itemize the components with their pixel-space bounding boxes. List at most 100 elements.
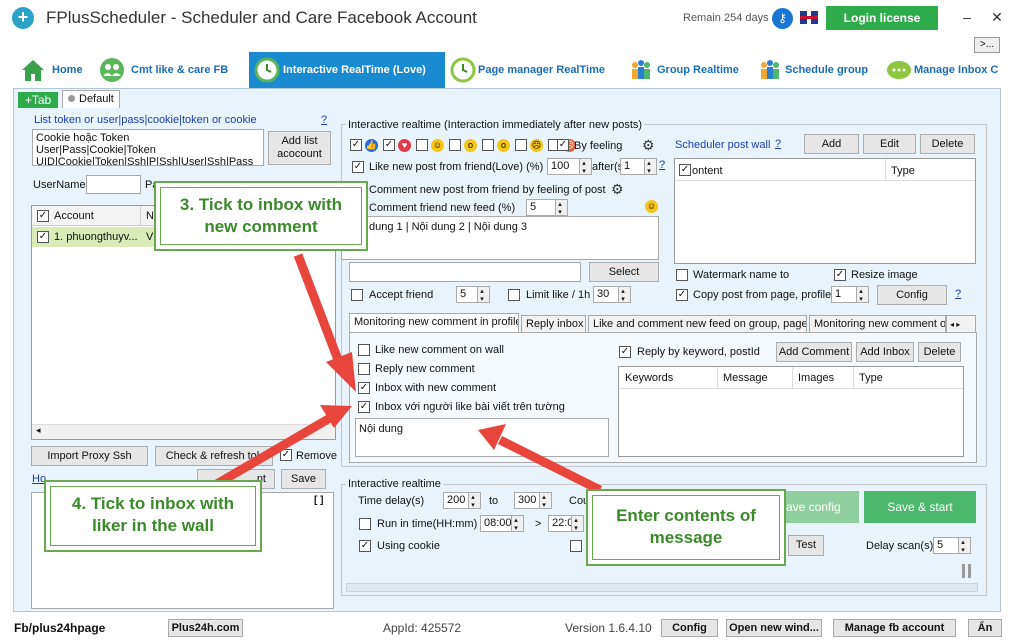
horizontal-scrollbar[interactable] xyxy=(32,424,335,439)
scroll-left-icon[interactable]: ◂ xyxy=(36,425,41,436)
scheduler-select-all-checkbox[interactable]: ✓ xyxy=(679,164,691,176)
import-proxy-button[interactable]: Import Proxy Ssh xyxy=(31,446,148,466)
keyword-grid[interactable]: Keywords Message Images Type xyxy=(618,366,964,457)
gear-icon[interactable]: ⚙ xyxy=(611,182,625,196)
scheduler-edit-button[interactable]: Edit xyxy=(863,134,916,154)
monitoring-delete-button[interactable]: Delete xyxy=(918,342,961,362)
comment-percent-stepper[interactable]: 5 xyxy=(526,199,568,216)
account-list-textarea[interactable]: Cookie hoặc Token User|Pass|Cookie|Token… xyxy=(32,129,264,166)
pause-icon[interactable] xyxy=(968,564,971,578)
scheduler-add-button[interactable]: Add xyxy=(804,134,859,154)
nav-tab-interactive-realtime[interactable]: Interactive RealTime (Love) xyxy=(249,52,445,88)
column-divider xyxy=(885,159,886,181)
reaction-checkbox[interactable] xyxy=(515,139,527,151)
gear-icon[interactable]: ⚙ xyxy=(642,138,656,152)
reaction-checkbox[interactable]: ✓ xyxy=(383,139,395,151)
open-new-window-button[interactable]: Open new wind... xyxy=(726,619,822,637)
like-new-post-checkbox[interactable]: ✓ xyxy=(352,161,364,173)
copy-post-checkbox[interactable]: ✓ xyxy=(676,289,688,301)
limit-like-stepper[interactable]: 30 xyxy=(593,286,631,303)
nav-tab-page-manager[interactable]: Page manager RealTime xyxy=(450,52,625,88)
inbox-liker-checkbox[interactable]: ✓ xyxy=(358,401,370,413)
minimize-icon[interactable]: – xyxy=(956,6,978,28)
login-license-button[interactable]: Login license xyxy=(826,6,938,30)
delay-from-stepper[interactable]: 200 xyxy=(443,492,481,509)
watermark-checkbox[interactable] xyxy=(676,269,688,281)
copy-post-label: Copy post from page, profile, xyxy=(693,289,835,301)
reaction-checkbox[interactable] xyxy=(449,139,461,151)
website-button[interactable]: Plus24h.com xyxy=(168,619,243,637)
nav-tab-group-realtime[interactable]: Group Realtime xyxy=(628,52,753,88)
inbox-new-comment-checkbox[interactable]: ✓ xyxy=(358,382,370,394)
using-cookie-checkbox[interactable]: ✓ xyxy=(359,540,371,552)
callout-line: 4. Tick to inbox with xyxy=(71,494,235,513)
hide-button[interactable]: Ẩn xyxy=(968,619,1002,637)
select-all-checkbox[interactable]: ✓ xyxy=(37,210,49,222)
accept-friend-checkbox[interactable] xyxy=(351,289,363,301)
nav-tab-schedule-group[interactable]: Schedule group xyxy=(757,52,887,88)
delay-to-stepper[interactable]: 300 xyxy=(514,492,552,509)
resize-image-checkbox[interactable]: ✓ xyxy=(834,269,846,281)
reaction-checkbox[interactable] xyxy=(482,139,494,151)
copy-post-stepper[interactable]: 1 xyxy=(831,286,869,303)
row-checkbox[interactable]: ✓ xyxy=(37,231,49,243)
add-inbox-button[interactable]: Add Inbox xyxy=(856,342,914,362)
like-new-comment-checkbox[interactable] xyxy=(358,344,370,356)
log-brackets[interactable]: [ ] xyxy=(314,495,323,506)
scheduler-grid[interactable]: ✓ ontent Type xyxy=(674,158,976,264)
extra-option-checkbox[interactable] xyxy=(570,540,582,552)
app-id-label: AppId: 425572 xyxy=(383,621,462,635)
delay-scan-stepper[interactable]: 5 xyxy=(933,537,971,554)
add-tab-button[interactable]: +Tab xyxy=(18,92,58,109)
scheduler-delete-button[interactable]: Delete xyxy=(920,134,975,154)
reaction-checkbox[interactable] xyxy=(416,139,428,151)
language-flag-icon[interactable] xyxy=(800,11,818,24)
check-refresh-token-button[interactable]: Check & refresh tok xyxy=(155,446,273,466)
by-feeling-checkbox[interactable]: ✓ xyxy=(557,139,569,151)
fb-page-label: Fb/plus24hpage xyxy=(14,621,106,635)
inbox-new-comment-label: Inbox with new comment xyxy=(375,382,497,394)
more-button[interactable]: >... xyxy=(974,37,1000,53)
accept-friend-stepper[interactable]: 5 xyxy=(456,286,490,303)
delay-scan-label: Delay scan(s) xyxy=(866,540,934,552)
scheduler-help-link[interactable]: ? xyxy=(775,138,781,150)
key-icon[interactable]: ⚷ xyxy=(772,8,793,29)
copy-config-button[interactable]: Config xyxy=(877,285,947,305)
nav-tab-manage-inbox[interactable]: Manage Inbox C xyxy=(886,52,1014,88)
callout-line: new comment xyxy=(204,217,318,236)
like-help-link[interactable]: ? xyxy=(659,159,665,171)
wow-reaction-icon: o xyxy=(464,139,477,152)
copy-help-link[interactable]: ? xyxy=(955,288,961,300)
username-input[interactable] xyxy=(86,175,141,194)
save-config-button[interactable]: ave config xyxy=(783,491,859,523)
remove-checkbox[interactable]: ✓ xyxy=(280,449,292,461)
reaction-checkbox[interactable]: ✓ xyxy=(350,139,362,151)
close-icon[interactable]: ✕ xyxy=(986,6,1008,28)
select-button[interactable]: Select xyxy=(589,262,659,282)
limit-like-checkbox[interactable] xyxy=(508,289,520,301)
reply-keyword-checkbox[interactable]: ✓ xyxy=(619,346,631,358)
log-link[interactable]: Ho xyxy=(32,473,46,485)
emoji-picker-icon[interactable]: ☺ xyxy=(645,200,658,213)
manage-fb-account-button[interactable]: Manage fb account xyxy=(833,619,956,637)
add-list-account-button[interactable]: Add list acocount xyxy=(268,131,331,165)
time-from-stepper[interactable]: 08:00 xyxy=(480,515,524,532)
save-button[interactable]: Save xyxy=(281,469,326,489)
status-config-button[interactable]: Config xyxy=(661,619,718,637)
add-comment-button[interactable]: Add Comment xyxy=(776,342,852,362)
tab-monitoring-new-comment[interactable]: Monitoring new comment in profile xyxy=(349,313,519,332)
reply-new-comment-checkbox[interactable] xyxy=(358,363,370,375)
save-and-start-button[interactable]: Save & start xyxy=(864,491,976,523)
comment-file-input[interactable] xyxy=(349,262,581,282)
like-percent-stepper[interactable]: 100 xyxy=(547,158,592,175)
after-stepper[interactable]: 1 xyxy=(620,158,657,175)
test-button[interactable]: Test xyxy=(788,535,824,556)
list-help-link[interactable]: ? xyxy=(321,114,327,126)
comment-content-textarea[interactable]: dung 1 | Nội dung 2 | Nội dung 3 xyxy=(341,216,659,260)
message-content-textarea[interactable]: Nội dung xyxy=(355,418,609,457)
nav-tab-home[interactable]: Home xyxy=(20,52,95,88)
tab-default[interactable]: Default xyxy=(62,90,120,109)
time-to-stepper[interactable]: 22:00 xyxy=(548,515,584,532)
nav-tab-cmt-like[interactable]: Cmt like & care FB xyxy=(99,52,249,88)
run-in-time-checkbox[interactable] xyxy=(359,518,371,530)
